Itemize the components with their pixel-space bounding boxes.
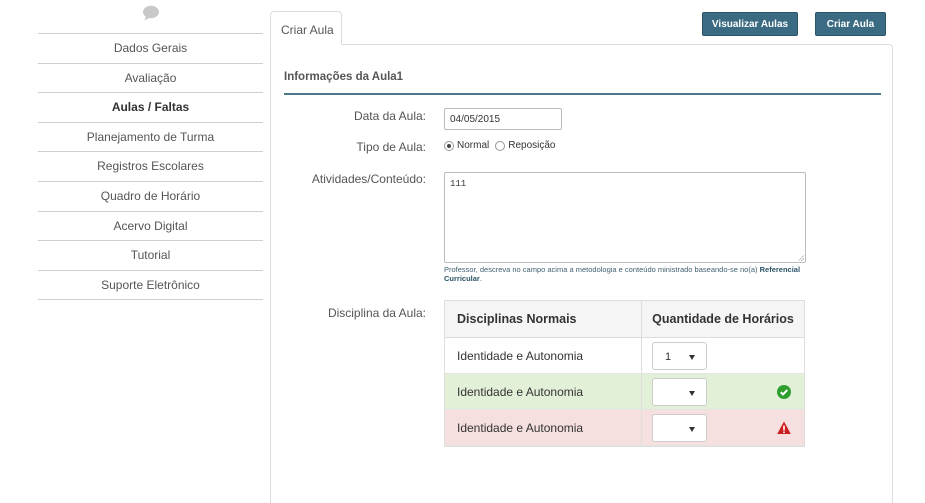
atividades-text: 111 <box>450 179 467 189</box>
radio-normal-label: Normal <box>457 140 490 151</box>
hint-text: Professor, descreva no campo acima a met… <box>444 265 804 283</box>
sidebar-item-aulas-faltas[interactable]: Aulas / Faltas <box>38 93 263 123</box>
table-row: Identidade e Autonomia <box>445 410 804 446</box>
hint-end: . <box>479 274 482 283</box>
sidebar-item-quadro-horario[interactable]: Quadro de Horário <box>38 181 263 212</box>
form-panel: Informações da Aula1 Data da Aula: 04/05… <box>270 44 893 503</box>
sidebar-item-registros[interactable]: Registros Escolares <box>38 152 263 182</box>
sidebar-item-dados-gerais[interactable]: Dados Gerais <box>38 34 263 64</box>
criar-aula-button[interactable]: Criar Aula <box>815 12 886 36</box>
chevron-down-icon <box>689 426 695 432</box>
tipo-radio-group: Normal Reposição <box>444 140 559 151</box>
section-divider <box>284 93 881 95</box>
sidebar-item-planejamento[interactable]: Planejamento de Turma <box>38 122 263 153</box>
quantity-value: 1 <box>665 350 672 363</box>
quantity-cell <box>642 410 804 445</box>
visualizar-aulas-button[interactable]: Visualizar Aulas <box>702 12 798 36</box>
radio-reposicao[interactable] <box>495 140 506 151</box>
disciplina-label: Disciplina da Aula: <box>327 306 426 320</box>
tipo-label: Tipo de Aula: <box>356 140 426 154</box>
chat-bubble-icon <box>143 5 159 21</box>
table-header: Disciplinas Normais Quantidade de Horári… <box>445 301 804 338</box>
atividades-label: Atividades/Conteúdo: <box>311 172 426 186</box>
atividades-textarea[interactable]: 111 <box>444 172 806 263</box>
quantity-cell <box>642 374 804 409</box>
hint-body: Professor, descreva no campo acima a met… <box>444 265 760 274</box>
sidebar-menu: Dados Gerais Avaliação Aulas / Faltas Pl… <box>38 33 263 301</box>
tab-criar-aula[interactable]: Criar Aula <box>270 11 342 45</box>
quantity-select[interactable] <box>652 413 707 442</box>
radio-normal[interactable] <box>444 140 454 151</box>
header-disciplinas: Disciplinas Normais <box>445 301 642 337</box>
check-circle-icon <box>777 385 791 399</box>
disciplinas-table: Disciplinas Normais Quantidade de Horári… <box>444 300 805 447</box>
date-label: Data da Aula: <box>353 109 426 123</box>
sidebar-item-tutorial[interactable]: Tutorial <box>38 241 263 271</box>
sidebar-item-acervo[interactable]: Acervo Digital <box>38 211 263 242</box>
discipline-cell: Identidade e Autonomia <box>445 374 642 409</box>
chevron-down-icon <box>689 390 695 396</box>
warning-triangle-icon <box>777 421 791 434</box>
date-field[interactable]: 04/05/2015 <box>444 108 562 130</box>
resize-handle[interactable] <box>798 255 804 261</box>
quantity-select[interactable] <box>652 377 707 406</box>
quantity-select[interactable]: 1 <box>652 341 707 370</box>
radio-reposicao-label: Reposição <box>508 140 556 151</box>
section-title: Informações da Aula1 <box>284 71 404 83</box>
header-quantidade: Quantidade de Horários <box>652 312 794 326</box>
discipline-cell: Identidade e Autonomia <box>445 338 642 373</box>
sidebar-item-suporte[interactable]: Suporte Eletrônico <box>38 270 263 301</box>
table-row: Identidade e Autonomia <box>445 374 804 410</box>
quantity-cell: 1 <box>642 338 804 373</box>
sidebar-item-avaliacao[interactable]: Avaliação <box>38 63 263 94</box>
discipline-cell: Identidade e Autonomia <box>445 410 642 445</box>
chevron-down-icon <box>689 354 695 360</box>
table-row: Identidade e Autonomia 1 <box>445 338 804 374</box>
